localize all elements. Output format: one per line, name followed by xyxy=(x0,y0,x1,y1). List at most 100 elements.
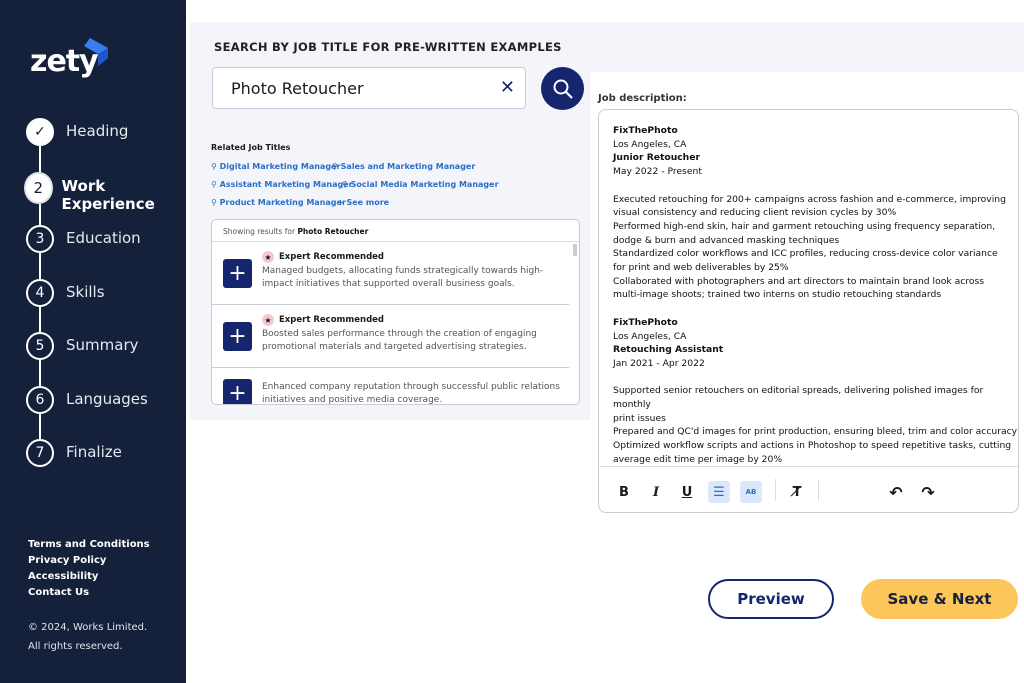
editor-content[interactable]: FixThePhoto Los Angeles, CA Junior Retouch… xyxy=(599,110,1018,467)
footer-links: Terms and Conditions Privacy Policy Acce… xyxy=(28,537,150,601)
example-text: Managed budgets, allocating funds strate… xyxy=(262,266,544,289)
description-line xyxy=(613,302,1018,316)
clear-icon[interactable]: ✕ xyxy=(500,77,515,98)
description-line: dodge & burn and advanced masking techni… xyxy=(613,234,840,246)
step-label: Education xyxy=(66,229,141,247)
step-education[interactable]: 3 Education xyxy=(26,225,186,279)
step-number: 5 xyxy=(26,332,54,360)
search-value: Photo Retoucher xyxy=(231,78,364,98)
description-line: Optimized workflow scripts and actions i… xyxy=(613,440,1012,452)
description-line: visual consistency and reducing client r… xyxy=(613,207,897,219)
job-description-label: Job description: xyxy=(598,93,687,104)
related-title-link[interactable]: ⚲ Sales and Marketing Manager xyxy=(332,162,475,171)
description-line: print issues xyxy=(613,412,666,424)
editor-toolbar: B I U ☰ AB T̸ ↶ ↷ xyxy=(599,466,1018,512)
step-number: 2 xyxy=(24,171,53,204)
list-item: + ★ Expert Recommended Boosted sales perf… xyxy=(212,305,569,368)
step-number: 4 xyxy=(26,278,54,307)
description-line: Standardized color workflows and ICC pro… xyxy=(613,248,998,260)
example-text: Boosted sales performance through the cr… xyxy=(262,329,537,352)
step-number: 6 xyxy=(26,385,54,414)
underline-button[interactable]: U xyxy=(676,481,698,503)
step-label: Finalize xyxy=(66,443,122,461)
undo-button[interactable]: ↶ xyxy=(885,481,907,503)
description-line: Supported senior retouchers on editorial… xyxy=(613,385,984,411)
job-title-search-input[interactable]: Photo Retoucher ✕ xyxy=(212,67,526,109)
description-line: May 2022 - Present xyxy=(613,166,702,178)
save-next-button[interactable]: Save & Next xyxy=(861,579,1018,619)
logo-mark-icon xyxy=(84,38,108,66)
step-finalize[interactable]: 7 Finalize xyxy=(26,439,186,493)
related-title-link[interactable]: ⚲ Product Marketing Manager xyxy=(211,198,346,207)
results-list: Showing results for Photo Retoucher + ★ E… xyxy=(211,219,580,405)
star-icon: ★ xyxy=(262,251,274,263)
description-line: Junior Retoucher xyxy=(613,152,700,164)
add-button[interactable]: + xyxy=(223,379,252,404)
description-line: Prepared and QC'd images for print produ… xyxy=(613,426,1018,438)
description-line: FixThePhoto xyxy=(613,316,678,328)
search-button[interactable] xyxy=(541,67,584,110)
step-label: Work Experience xyxy=(61,176,155,213)
redo-button[interactable]: ↷ xyxy=(917,481,939,503)
description-line: average edit time per image by 20% xyxy=(613,453,783,465)
scrollbar[interactable] xyxy=(573,244,577,256)
step-skills[interactable]: 4 Skills xyxy=(26,278,186,333)
related-title-link[interactable]: ⚲ Digital Marketing Manager xyxy=(211,162,340,171)
description-line: Performed high-end skin, hair and garmen… xyxy=(613,220,996,232)
spellcheck-button[interactable]: AB xyxy=(740,481,762,503)
contact-link[interactable]: Contact Us xyxy=(28,585,150,601)
description-line: Los Angeles, CA xyxy=(613,330,687,342)
search-title: SEARCH BY JOB TITLE FOR PRE-WRITTEN EXAM… xyxy=(214,40,562,54)
description-line: Los Angeles, CA xyxy=(613,138,687,150)
step-label: Summary xyxy=(66,336,139,354)
description-line: Collaborated with photographers and art … xyxy=(613,275,985,287)
results-header: Showing results for Photo Retoucher xyxy=(212,220,579,242)
job-description-editor[interactable]: FixThePhoto Los Angeles, CA Junior Retouch… xyxy=(598,109,1019,513)
description-line: FixThePhoto xyxy=(613,125,678,136)
accessibility-link[interactable]: Accessibility xyxy=(28,569,150,585)
related-titles-heading: Related Job Titles xyxy=(211,143,291,152)
description-line xyxy=(613,179,1018,193)
expert-badge: ★ Expert Recommended xyxy=(262,251,384,263)
pane-background xyxy=(590,22,1024,72)
example-text: Enhanced company reputation through succ… xyxy=(262,382,560,405)
preview-button[interactable]: Preview xyxy=(708,579,834,619)
step-label: Languages xyxy=(66,389,148,408)
description-line xyxy=(613,371,1018,385)
star-icon: ★ xyxy=(262,314,274,326)
see-more-link[interactable]: + See more xyxy=(337,198,389,207)
step-number: 3 xyxy=(26,225,54,253)
description-line: Retouching Assistant xyxy=(613,344,724,356)
rights-text: All rights reserved. xyxy=(28,641,123,652)
privacy-link[interactable]: Privacy Policy xyxy=(28,553,150,569)
description-line: for print and web deliverables by 25% xyxy=(613,262,789,274)
description-line: multi-image shoots; trained two interns … xyxy=(613,289,942,301)
step-languages[interactable]: 6 Languages xyxy=(26,385,186,440)
step-label: Heading xyxy=(66,122,129,140)
bullet-list-button[interactable]: ☰ xyxy=(708,481,730,503)
bold-button[interactable]: B xyxy=(613,481,635,503)
search-icon xyxy=(553,79,573,99)
progress-steps: ✓ Heading 2 Work Experience 3 Education 4 Sk… xyxy=(24,118,186,493)
add-button[interactable]: + xyxy=(223,259,252,288)
list-item: + Enhanced company reputation through su… xyxy=(212,368,569,405)
expert-badge: ★ Expert Recommended xyxy=(262,314,384,326)
related-title-link[interactable]: ⚲ Social Media Marketing Manager xyxy=(342,180,499,189)
terms-link[interactable]: Terms and Conditions xyxy=(28,537,150,553)
list-item: + ★ Expert Recommended Managed budgets, a… xyxy=(212,242,569,305)
description-line: Jan 2021 - Apr 2022 xyxy=(613,357,705,369)
step-heading[interactable]: ✓ Heading xyxy=(26,118,186,172)
step-work-experience[interactable]: 2 Work Experience xyxy=(24,171,186,226)
copyright-text: © 2024, Works Limited. xyxy=(28,622,148,633)
add-button[interactable]: + xyxy=(223,322,252,351)
related-title-link[interactable]: ⚲ Assistant Marketing Manager xyxy=(211,180,353,189)
description-line: Executed retouching for 200+ campaigns a… xyxy=(613,193,1006,205)
step-summary[interactable]: 5 Summary xyxy=(26,332,186,386)
copyright: © 2024, Works Limited. All rights reserv… xyxy=(28,618,147,656)
step-number: 7 xyxy=(26,439,54,467)
sidebar: zety ✓ Heading 2 Work Experience 3 Educatio… xyxy=(0,0,186,683)
clear-format-button[interactable]: T̸ xyxy=(786,481,808,503)
check-icon: ✓ xyxy=(26,118,54,146)
step-label: Skills xyxy=(66,282,105,301)
italic-button[interactable]: I xyxy=(645,481,667,503)
